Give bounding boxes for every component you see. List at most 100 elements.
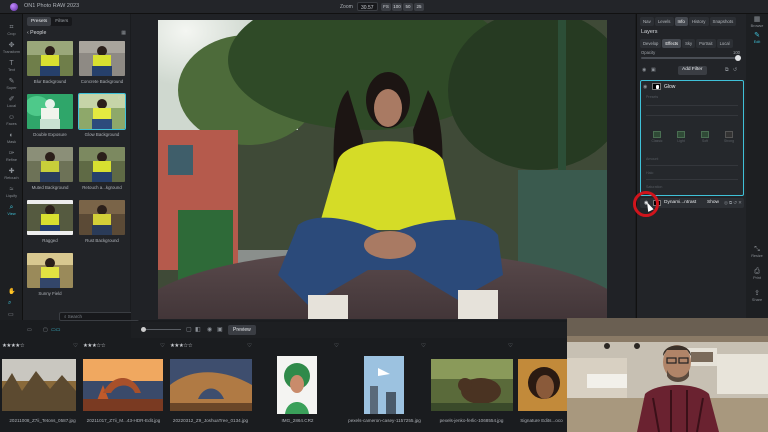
tab-presets[interactable]: Presets <box>27 17 52 26</box>
opacity-slider-knob[interactable] <box>735 55 741 61</box>
glow-mask-thumbnail[interactable] <box>652 83 661 90</box>
zoom-fs-button[interactable]: FS <box>381 3 391 11</box>
zoom-25-button[interactable]: 25 <box>414 3 424 11</box>
tool-retouch[interactable]: ✚ Retouch <box>0 168 23 180</box>
module-browse[interactable]: ▦ Browse <box>746 16 768 28</box>
filmstrip-item[interactable]: ♡ ★★★☆☆ 20220312_Z9_JoshuaTree_0134.jpg <box>160 338 253 432</box>
tool-crop[interactable]: ⌗ Crop <box>0 24 23 36</box>
show-toggle[interactable]: Show <box>707 200 719 205</box>
filmstrip-item[interactable]: ♡ IMG_2864.CR2 <box>247 338 340 432</box>
filmstrip-item[interactable]: ♡ ★★★☆☆ 20211017_Z7ii_M...43-HDR-Edit.jp… <box>73 338 166 432</box>
favorite-heart-icon[interactable]: ♡ <box>508 343 513 349</box>
preset-card[interactable]: ♡ Glow Background <box>78 93 126 137</box>
visibility-eye-icon[interactable]: ◉ <box>643 84 647 90</box>
dynamic-contrast-layer[interactable]: ◉ Dynami...ntrast Show ◎⧉↺✕ <box>633 191 744 217</box>
layout-toggle-icon[interactable]: ▭ <box>27 327 32 333</box>
panel-toggle-icon[interactable]: ▭ <box>8 311 14 318</box>
module-print[interactable]: ⎙ Print <box>746 268 768 280</box>
preview-button[interactable]: Preview <box>228 325 256 335</box>
filmstrip-item[interactable]: ♡ Signature Edits...oco <box>508 338 567 432</box>
zoom-input[interactable]: 30.57 <box>357 2 378 11</box>
reset-icon[interactable]: ↺ <box>733 67 737 73</box>
module-rail: ▦ Browse ✎ Edit ⤡ Resize ⎙ Print ⇪ Share <box>746 14 768 320</box>
preset-card[interactable]: Concrete Background <box>79 41 125 84</box>
image-canvas[interactable] <box>131 14 635 320</box>
preset-search-input[interactable]: ⌕ Search <box>59 312 139 321</box>
glow-mode-light[interactable]: Light <box>671 131 691 143</box>
preset-card[interactable]: Retouch a...kground <box>79 147 125 190</box>
tab-levels[interactable]: Levels <box>654 17 674 26</box>
tab-develop[interactable]: Develop <box>640 39 662 48</box>
preset-card[interactable]: Sunny Field <box>27 253 73 296</box>
star-rating[interactable]: ★★★☆☆ <box>170 343 193 349</box>
preset-card[interactable]: Ragged <box>27 200 73 243</box>
layer-actions-icon[interactable]: ◎⧉↺✕ <box>724 200 743 206</box>
tab-history[interactable]: History <box>688 17 709 26</box>
glow-mode-soft[interactable]: Soft <box>695 131 715 143</box>
tool-text[interactable]: T Text <box>0 60 23 72</box>
zoom-100-button[interactable]: 100 <box>392 3 402 11</box>
module-share[interactable]: ⇪ Share <box>746 290 768 302</box>
zoom-icon: ⌕ <box>9 204 14 211</box>
module-resize[interactable]: ⤡ Resize <box>746 246 768 258</box>
tool-liquify[interactable]: ≈ Liquify <box>0 186 23 198</box>
visibility-eye-icon[interactable]: ◉ <box>642 67 646 73</box>
tool-super[interactable]: ✎ Super <box>0 78 23 90</box>
tab-portrait[interactable]: Portrait <box>696 39 716 48</box>
tool-local[interactable]: ✐ Local <box>0 96 23 108</box>
copy-icon[interactable]: ⧉ <box>725 67 729 73</box>
filmstrip-item[interactable]: ★★★★☆ 20211008_Z7ii_Tetons_0587.jpg <box>0 338 85 432</box>
local-brush-icon: ✐ <box>8 96 15 103</box>
grid-view-icon[interactable]: ▦ <box>121 30 126 36</box>
favorite-heart-icon[interactable]: ♡ <box>334 343 339 349</box>
star-rating[interactable]: ★★★★☆ <box>2 343 25 349</box>
zoom-label: Zoom <box>340 4 353 10</box>
favorite-heart-icon[interactable]: ♡ <box>73 343 78 349</box>
hand-icon[interactable]: ✋ <box>8 288 15 295</box>
preset-card[interactable]: Muted Background <box>27 147 73 190</box>
tool-mask[interactable]: ◐ Mask <box>0 132 23 144</box>
tab-info[interactable]: Info <box>674 17 688 26</box>
add-filter-button[interactable]: Add Filter <box>678 66 707 75</box>
preset-card[interactable]: Double Exposure <box>27 94 73 137</box>
thumbnail-size-slider[interactable] <box>141 327 181 332</box>
before-after-icon[interactable]: ▣ <box>217 326 223 333</box>
tab-nav[interactable]: Nav <box>640 17 654 26</box>
tool-refine[interactable]: ✑ Refine <box>0 150 23 162</box>
favorite-heart-icon[interactable]: ♡ <box>247 343 252 349</box>
filmstrip-item[interactable]: ♡ pexels-jenko-ferlic-1068554.jpg <box>421 338 514 432</box>
glow-header[interactable]: ◉ Glow <box>643 83 741 91</box>
tool-transform[interactable]: ✥ Transform <box>0 42 23 54</box>
tab-local[interactable]: Local <box>716 39 733 48</box>
zoom-50-button[interactable]: 50 <box>403 3 413 11</box>
zoom-tool-icon[interactable]: ⌕ <box>8 300 11 307</box>
tab-effects[interactable]: Effects <box>662 39 682 48</box>
preset-category-header[interactable]: ‹ People ▦ <box>27 30 126 38</box>
favorite-heart-icon[interactable]: ♡ <box>160 343 165 349</box>
single-view-icon[interactable]: ▢ <box>43 327 48 333</box>
tab-filters[interactable]: Filters <box>51 17 72 26</box>
compare-view-icon[interactable]: ▭▭ <box>51 327 60 333</box>
tab-snapshots[interactable]: Snapshots <box>709 17 737 26</box>
mask-overlay-icon[interactable]: ◉ <box>207 326 212 333</box>
compare-icon[interactable]: ◧ <box>195 326 201 333</box>
single-view-icon[interactable]: ▢ <box>186 326 192 333</box>
mask-layer-icon[interactable]: ▣ <box>651 67 656 73</box>
glow-mode-strong[interactable]: Strong <box>719 131 739 143</box>
filmstrip-filename: Signature Edits...oco <box>520 418 563 423</box>
crop-icon: ⌗ <box>9 24 14 31</box>
main-photo[interactable] <box>158 20 607 319</box>
glow-mode-classic[interactable]: Classic <box>647 131 667 143</box>
star-rating[interactable]: ★★★☆☆ <box>83 343 106 349</box>
favorite-heart-icon[interactable]: ♡ <box>118 96 122 102</box>
preset-card[interactable]: Rust Background <box>79 200 125 243</box>
edit-icon: ✎ <box>754 32 760 39</box>
favorite-heart-icon[interactable]: ♡ <box>421 343 426 349</box>
tool-faces[interactable]: ☺ Faces <box>0 114 23 126</box>
tool-view[interactable]: ⌕ View <box>0 204 23 216</box>
preset-card[interactable]: Blur Background <box>27 41 73 84</box>
module-edit[interactable]: ✎ Edit <box>746 32 768 44</box>
tab-sky[interactable]: Sky <box>682 39 696 48</box>
filmstrip-item[interactable]: ♡ pexels-cameron-casey-1157255.jpg <box>334 338 427 432</box>
opacity-slider[interactable] <box>641 55 741 61</box>
